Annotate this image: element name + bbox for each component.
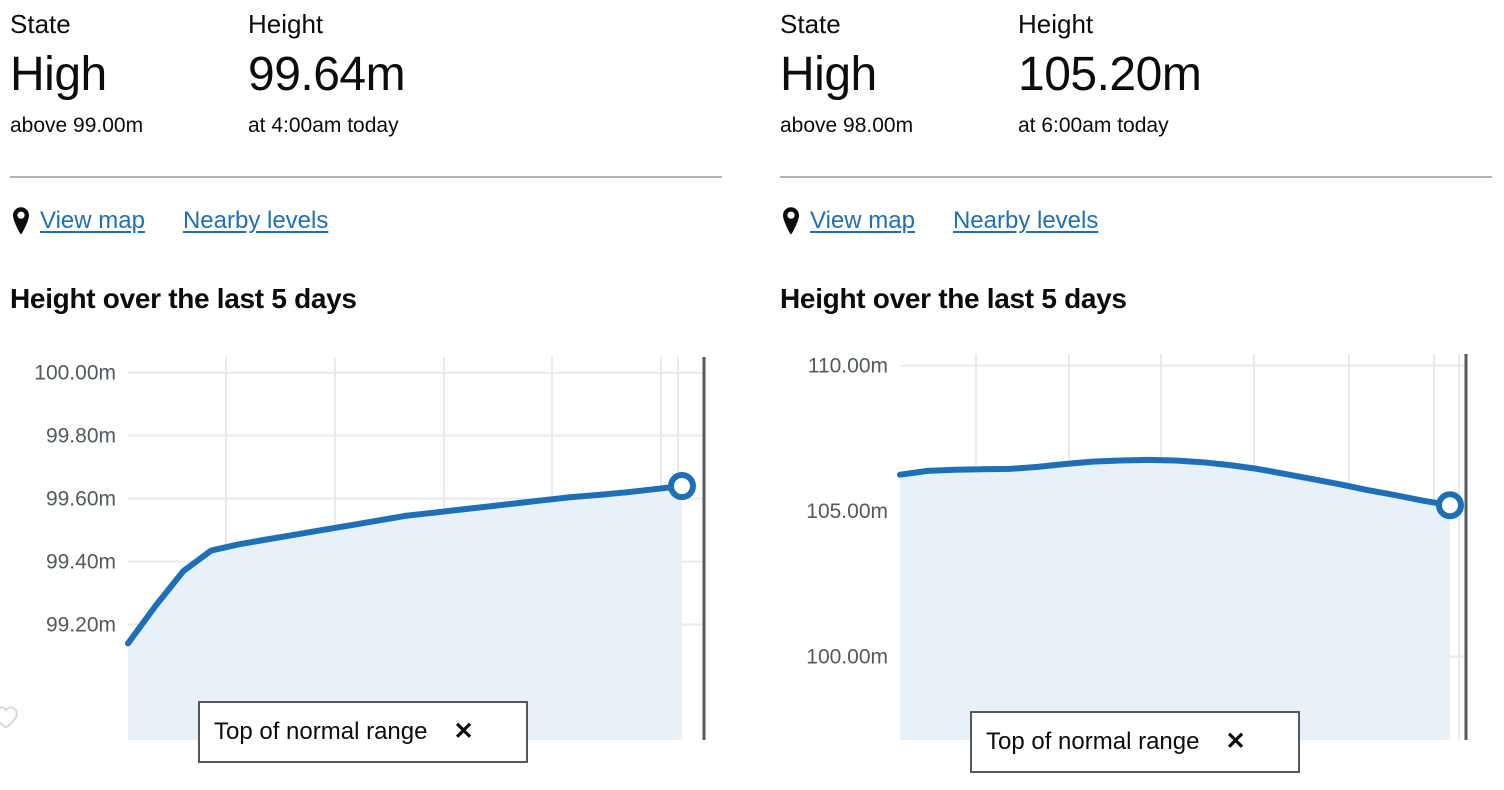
chart-title-right: Height over the last 5 days	[780, 283, 1127, 314]
height-value: 99.64m	[248, 48, 406, 101]
height-column-right: Height 105.20m at 6:00am today	[1018, 8, 1448, 140]
chart-right: 110.00m 105.00m 100.00m	[780, 340, 1504, 740]
state-value: High	[780, 48, 877, 101]
latest-reading-marker	[668, 472, 696, 501]
nearby-levels-link[interactable]: Nearby levels	[183, 206, 328, 236]
links-row-left: View map Nearby levels	[10, 206, 770, 236]
state-label: State	[10, 9, 71, 39]
latest-reading-marker	[1436, 491, 1464, 520]
chart-left: 100.00m 99.80m 99.60m 99.40m 99.20m	[10, 340, 770, 740]
summary-left: State High above 99.00m Height 99.64m at…	[10, 0, 770, 140]
y-axis-tick-label: 105.00m	[806, 500, 888, 523]
height-column-left: Height 99.64m at 4:00am today	[248, 8, 678, 140]
y-axis-tick-label: 110.00m	[808, 355, 888, 378]
height-chart-svg-right: 110.00m 105.00m 100.00m	[806, 354, 1468, 740]
nearby-levels-link[interactable]: Nearby levels	[953, 206, 1098, 236]
map-pin-icon	[780, 206, 802, 236]
height-chart-svg-left: 100.00m 99.80m 99.60m 99.40m 99.20m	[34, 357, 706, 740]
height-label: Height	[248, 9, 324, 39]
state-value: High	[10, 48, 107, 101]
height-value: 105.20m	[1018, 48, 1202, 101]
divider-right	[780, 176, 1492, 178]
legend-tooltip-right[interactable]: Top of normal range ✕	[970, 711, 1300, 773]
close-icon[interactable]: ✕	[1225, 730, 1245, 754]
y-axis-tick-label: 99.60m	[46, 488, 116, 511]
links-row-right: View map Nearby levels	[780, 206, 1504, 236]
heart-outline-icon[interactable]	[0, 703, 20, 731]
map-pin-icon	[10, 206, 32, 236]
height-timestamp: at 6:00am today	[1018, 114, 1169, 137]
y-axis-tick-label: 100.00m	[34, 362, 116, 385]
chart-title-left: Height over the last 5 days	[10, 283, 357, 314]
station-panel-right: State High above 98.00m Height 105.20m a…	[770, 0, 1504, 790]
state-threshold: above 98.00m	[780, 114, 914, 137]
y-axis-tick-label: 99.80m	[46, 425, 116, 448]
y-axis-tick-label: 100.00m	[806, 646, 888, 669]
y-axis-tick-label: 99.20m	[46, 614, 116, 637]
height-timestamp: at 4:00am today	[248, 114, 399, 137]
legend-tooltip-left[interactable]: Top of normal range ✕	[198, 701, 528, 763]
legend-tooltip-text: Top of normal range	[214, 718, 428, 745]
chart-area-fill	[900, 459, 1450, 740]
view-map-link[interactable]: View map	[40, 206, 145, 236]
state-label: State	[780, 9, 841, 39]
state-threshold: above 99.00m	[10, 114, 144, 137]
legend-tooltip-text: Top of normal range	[986, 728, 1200, 755]
y-axis-tick-label: 99.40m	[46, 551, 116, 574]
divider-left	[10, 176, 722, 178]
dual-station-view: State High above 99.00m Height 99.64m at…	[0, 0, 1504, 790]
view-map-link[interactable]: View map	[810, 206, 915, 236]
summary-right: State High above 98.00m Height 105.20m a…	[780, 0, 1504, 140]
close-icon[interactable]: ✕	[453, 720, 473, 744]
state-column-left: State High above 99.00m	[10, 8, 248, 140]
height-label: Height	[1018, 9, 1094, 39]
state-column-right: State High above 98.00m	[780, 8, 1018, 140]
station-panel-left: State High above 99.00m Height 99.64m at…	[0, 0, 770, 790]
